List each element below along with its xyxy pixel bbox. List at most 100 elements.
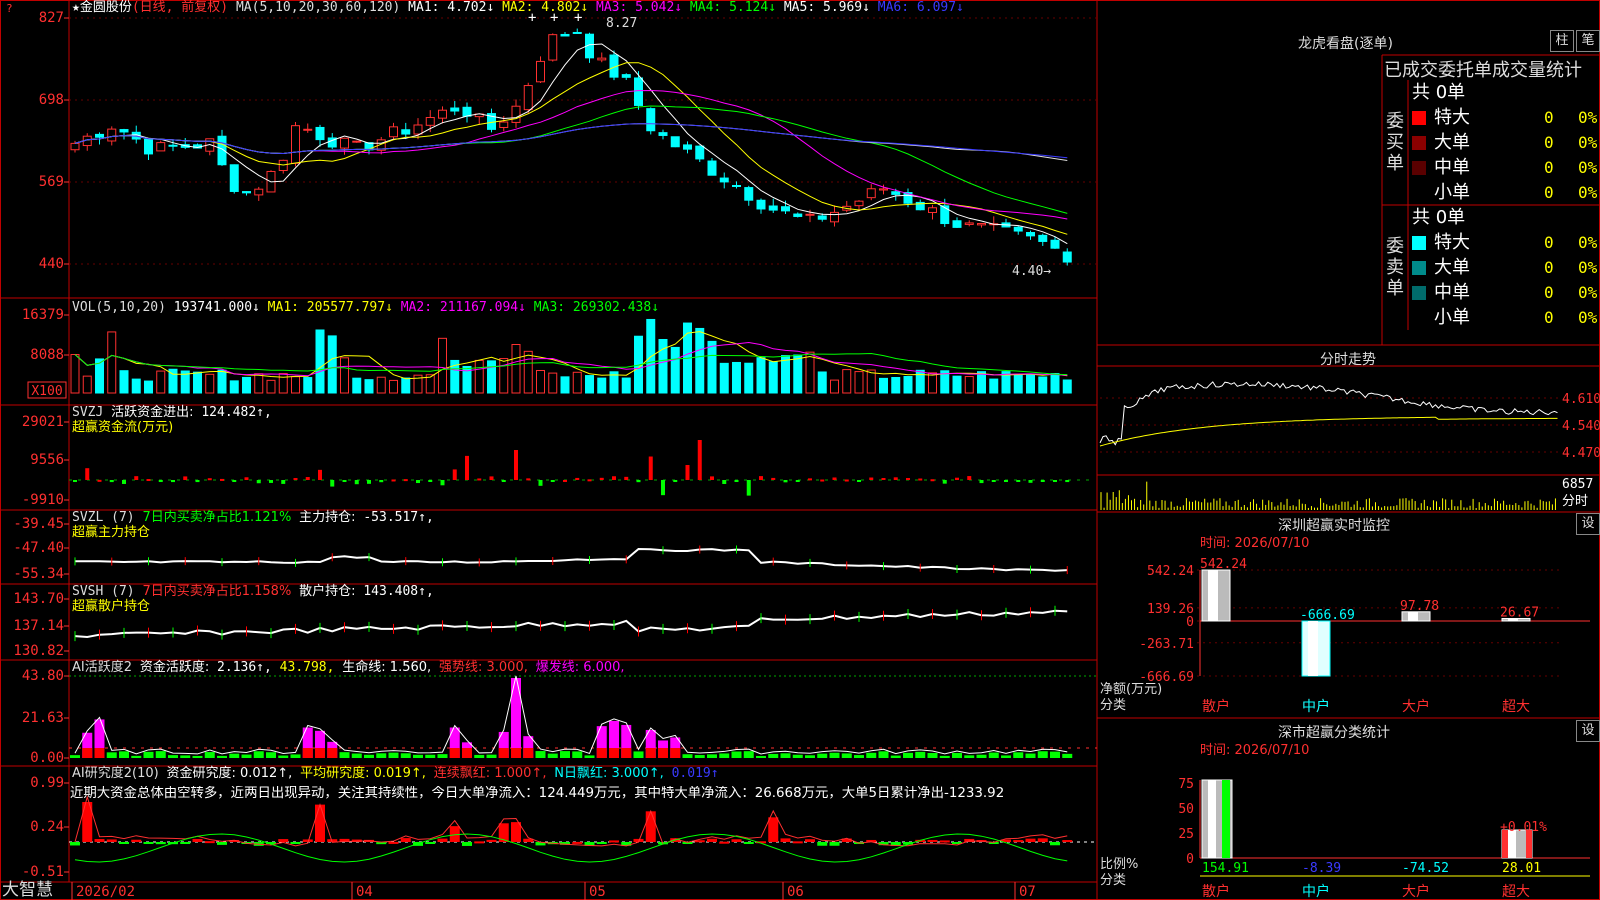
candle-body [1026, 232, 1035, 237]
price-axis-1: 698 [39, 92, 64, 108]
volume-bar [548, 372, 558, 394]
volume-bar [952, 375, 962, 394]
svzj-bar [171, 480, 175, 483]
sell-block-row-name-1: 大单 [1434, 257, 1470, 278]
sz-monitor-bar-label-2: 97.78 [1400, 599, 1439, 614]
ai-act-bars [70, 678, 1073, 758]
ai-act-bar [841, 753, 852, 758]
ma-params: MA(5,10,20,30,60,120) [235, 0, 401, 15]
stock-symbol[interactable]: ★金圆股份 [72, 0, 132, 15]
ai-research-header: AI研究度2(10) 资金研究度: 0.012↑, 平均研究度: 0.019↑,… [72, 766, 719, 782]
sz-class-axis-2: 25 [1178, 827, 1194, 842]
sz-monitor-settings-button[interactable]: 设 [1576, 513, 1600, 535]
ai-act-bar [1001, 755, 1011, 758]
svzj-bar [881, 477, 886, 480]
chart-canvas[interactable]: + + +827698569440?163798088X100290219556-9… [0, 0, 1600, 900]
sell-block-swatch-0 [1412, 236, 1426, 250]
indicator-ma-items-3: MA4: 5.124↓ [682, 0, 777, 15]
svzl-sub: 超赢主力持仓 [72, 525, 151, 540]
sell-block-swatch-2 [1412, 286, 1426, 300]
sz-class-bar-green [1222, 780, 1230, 858]
sz-class-bar-label-3: 28.01 [1502, 861, 1541, 876]
stock-terminal: + + +827 698 569 440? 16379 8088 X100 29021 9556 -9… [0, 0, 1600, 900]
indicator-ma-items-1: MA2: 4.802↓ [494, 0, 589, 15]
ai-act-bar [119, 751, 129, 758]
svzj-bar [710, 476, 714, 480]
svzj-bar [648, 456, 653, 480]
candle-body [95, 133, 104, 138]
volume-bar [817, 371, 827, 394]
volume-bar [597, 377, 607, 394]
svzl-net: 7日内买卖净占比1.121% [142, 510, 292, 525]
ai-act-strong: 强势线: 3.000, [439, 660, 528, 675]
buy-block-row-value-0: 0 [1544, 108, 1554, 127]
svzj-bar [991, 480, 996, 482]
ai-act-bar [731, 751, 742, 758]
sz-class-bar-highlight [1208, 780, 1216, 858]
candle-body [597, 57, 607, 61]
buy-block-row-name-3: 小单 [1434, 182, 1470, 203]
volume-bar [131, 378, 141, 394]
volume-bar [119, 370, 129, 394]
buy-block-swatch-2 [1412, 161, 1426, 175]
svzj-bar [416, 480, 420, 484]
svzl-axis-0: -39.45 [13, 516, 64, 532]
ai-res-bar [731, 839, 742, 842]
tick-mode-button[interactable]: 笔 [1576, 30, 1600, 52]
sz-monitor-axis-0: 542.24 [1147, 564, 1194, 579]
sell-block-swatch-3 [1412, 311, 1426, 325]
svzj-bar [367, 480, 371, 484]
vol-header: VOL(5,10,20) 193741.000↓ MA1: 205577.797… [72, 300, 659, 316]
period-mode[interactable]: (日线, 前复权) [132, 0, 228, 15]
x-axis-label-0: 2026/02 [76, 884, 135, 900]
svzj-bar [930, 479, 935, 482]
ai-res-bar [70, 842, 80, 846]
volume-bar [487, 360, 496, 394]
svzj-bar [624, 476, 629, 480]
ai-act-bar [584, 755, 595, 758]
volume-bar [842, 369, 852, 394]
ai-act-bar [168, 755, 178, 758]
volume-bar [303, 377, 313, 394]
sz-class-settings-button[interactable]: 设 [1576, 720, 1600, 742]
svzj-axis-0: 29021 [22, 414, 64, 430]
sz-class-axis-3: 0 [1186, 852, 1194, 867]
ai-act-base [327, 748, 338, 758]
ai-act-bar [743, 751, 754, 758]
ai-res-bar [290, 842, 301, 844]
low-mark: 4.40→ [1012, 264, 1052, 279]
volume-bar [903, 375, 913, 394]
ai-res-axis-0: 0.99 [30, 775, 64, 791]
svzj-bar [158, 480, 163, 483]
candle-body [817, 215, 827, 220]
candle-body [744, 187, 754, 201]
svzj-bar [955, 477, 959, 480]
svzj-axis-1: 9556 [30, 452, 64, 468]
bar-mode-button[interactable]: 柱 [1550, 30, 1574, 52]
sz-class-cat-1: 中户 [1302, 883, 1330, 900]
svzj-bar [942, 480, 947, 484]
svzj-bar [428, 480, 433, 482]
svsh-axis-1: 137.14 [13, 618, 64, 634]
svzj-bar [563, 479, 567, 482]
buy-block-row-value-1: 0 [1544, 133, 1554, 152]
ai-res-bar [719, 841, 730, 844]
buy-block-total: 共 0单 [1412, 82, 1466, 103]
svzj-bar [73, 480, 77, 482]
ai-act-bar [866, 752, 877, 758]
ai-act-bar [792, 754, 803, 758]
volume-bar [621, 377, 631, 394]
ai-act-bar [1013, 752, 1024, 758]
candle-body [756, 199, 766, 210]
indicator-vol-items-2: MA3: 269302.438↓ [525, 300, 660, 315]
ai-res-bar [572, 841, 583, 844]
svzj-bar [134, 476, 139, 480]
svzj-bar [195, 480, 200, 483]
intraday-price-line [1099, 380, 1558, 446]
ai-act-base [596, 748, 607, 758]
ai-act-bar [425, 754, 436, 758]
ai-res-bar [939, 840, 950, 843]
ai-res-bar [511, 822, 521, 842]
ai-act-bar [253, 751, 264, 758]
intraday-vol: 6857 [1562, 477, 1593, 492]
